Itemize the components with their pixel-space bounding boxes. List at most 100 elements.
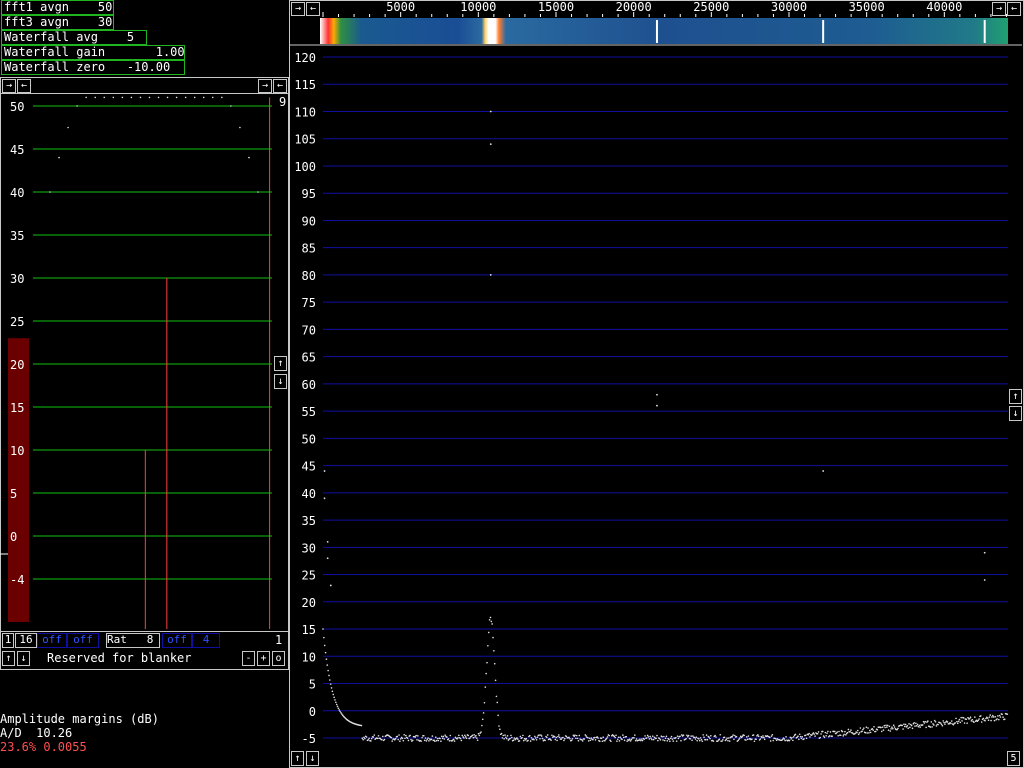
left-bottom-down-button[interactable]: ↓ bbox=[17, 651, 30, 666]
waterfall-zero-param[interactable]: Waterfall zero -10.00 bbox=[1, 60, 185, 75]
spectrum-dot bbox=[522, 734, 524, 737]
spectrum-dot bbox=[337, 707, 340, 710]
spectrum-dot bbox=[571, 737, 574, 740]
spectrum-peak-dot bbox=[822, 470, 825, 472]
spectrum-dot bbox=[725, 738, 728, 741]
spectrum-dot bbox=[903, 723, 905, 726]
spectrum-dot bbox=[823, 736, 826, 739]
spectrum-dot bbox=[426, 738, 429, 741]
spectrum-dot bbox=[409, 734, 411, 737]
spectrum-dot bbox=[493, 662, 496, 665]
left-panel-nav-right-button-2[interactable]: → bbox=[258, 79, 272, 93]
spectrum-dot bbox=[493, 650, 495, 652]
fft3-avgn-param[interactable]: fft3 avgn 30 bbox=[1, 15, 114, 30]
curve-dot bbox=[193, 96, 196, 99]
spectrum-dot bbox=[664, 737, 667, 740]
spectrum-dot bbox=[485, 672, 487, 675]
spectrum-dot bbox=[565, 735, 568, 738]
spectrum-dot bbox=[893, 726, 896, 728]
plus-button[interactable]: + bbox=[257, 651, 270, 666]
spectrum-dot bbox=[950, 720, 953, 722]
spectrum-dot bbox=[866, 732, 868, 734]
spectrum-bottom-right-value[interactable]: 5 bbox=[1007, 751, 1020, 766]
spectrum-dot bbox=[889, 730, 892, 732]
spectrum-dot bbox=[650, 737, 652, 740]
spectrum-dot bbox=[746, 738, 749, 741]
rat-button[interactable]: Rat 8 bbox=[106, 633, 160, 648]
y-tick-label: 10 bbox=[10, 444, 24, 458]
spectrum-dot bbox=[587, 740, 590, 742]
left-panel-nav-left-button[interactable]: ← bbox=[17, 79, 31, 93]
spectrum-bottom-up-button[interactable]: ↑ bbox=[291, 751, 304, 766]
y-tick-label: 40 bbox=[302, 487, 316, 501]
spectrum-dot bbox=[328, 674, 330, 677]
fft1-avgn-param[interactable]: fft1 avgn 50 bbox=[1, 0, 114, 15]
curve-dot bbox=[221, 96, 223, 99]
spectrum-dot bbox=[402, 739, 405, 742]
left-panel-nav-right-button[interactable]: → bbox=[2, 79, 16, 93]
spectrum-dot bbox=[489, 616, 492, 619]
spectrum-dot bbox=[501, 737, 504, 739]
spectrum-dot bbox=[1003, 718, 1006, 720]
spectrum-dot bbox=[714, 734, 716, 737]
off-button-2[interactable]: off bbox=[67, 633, 99, 648]
spectrum-dot bbox=[808, 732, 810, 735]
spectrum-dot bbox=[846, 731, 849, 734]
spectrum-dot bbox=[944, 723, 946, 725]
off-button-3[interactable]: off bbox=[162, 633, 192, 648]
spectrum-dot bbox=[499, 728, 501, 730]
spectrum-peak-dot bbox=[323, 497, 326, 500]
left-panel-nav-left-button-2[interactable]: ← bbox=[273, 79, 287, 93]
spectrum-dot bbox=[553, 735, 556, 738]
spectrum-dot bbox=[791, 736, 793, 739]
spectrum-dot bbox=[490, 620, 493, 623]
spectrum-dot bbox=[399, 738, 402, 740]
spectrum-dot bbox=[755, 738, 757, 741]
spectrum-dot bbox=[562, 736, 564, 739]
spectrum-dot bbox=[407, 739, 410, 742]
spectrum-dot bbox=[633, 737, 635, 739]
spectrum-dot bbox=[989, 714, 992, 716]
spectrum-dot bbox=[901, 724, 904, 727]
spectrum-dot bbox=[788, 739, 791, 742]
spectrum-dot bbox=[702, 734, 704, 736]
spectrum-down-button[interactable]: ↓ bbox=[1009, 406, 1022, 421]
spectrum-dot bbox=[394, 737, 397, 740]
waterfall-avg-param[interactable]: Waterfall avg 5 bbox=[1, 30, 147, 45]
curve-dot bbox=[157, 96, 160, 99]
x-tick-label: 35000 bbox=[849, 0, 885, 14]
spectrum-dot bbox=[546, 734, 549, 736]
spectrum-up-button[interactable]: ↑ bbox=[1009, 389, 1022, 404]
spectrum-dot bbox=[858, 731, 861, 734]
y-tick-label: 95 bbox=[302, 187, 316, 201]
left-panel-down-button[interactable]: ↓ bbox=[274, 374, 287, 389]
o-button[interactable]: o bbox=[272, 651, 285, 666]
spectrum-dot bbox=[992, 716, 995, 718]
value-4-button[interactable]: 4 bbox=[192, 633, 220, 648]
spectrum-dot bbox=[405, 734, 407, 737]
left-bottom-up-button[interactable]: ↑ bbox=[2, 651, 15, 666]
minus-button[interactable]: - bbox=[242, 651, 255, 666]
spectrum-dot bbox=[845, 734, 847, 736]
spectrum-dot bbox=[868, 732, 870, 734]
y-tick-label: 90 bbox=[302, 214, 316, 228]
off-button-1[interactable]: off bbox=[37, 633, 67, 648]
spectrum-dot bbox=[885, 724, 887, 727]
spectrum-dot bbox=[880, 730, 883, 733]
spectrum-dot bbox=[907, 727, 910, 730]
spectrum-bottom-down-button[interactable]: ↓ bbox=[306, 751, 319, 766]
spectrum-peak-dot bbox=[983, 551, 986, 554]
spectrum-dot bbox=[874, 730, 877, 733]
spectrum-dot bbox=[958, 718, 961, 721]
spectrum-dot bbox=[841, 730, 844, 733]
spectrum-dot bbox=[686, 734, 688, 737]
spectrum-dot bbox=[585, 735, 587, 737]
mode-1-button[interactable]: 1 bbox=[2, 633, 14, 648]
waterfall-gain-param[interactable]: Waterfall gain 1.00 bbox=[1, 45, 185, 60]
spectrum-dot bbox=[619, 736, 622, 738]
spectrum-dot bbox=[577, 739, 580, 742]
spectrum-dot bbox=[364, 737, 366, 740]
left-panel-up-button[interactable]: ↑ bbox=[274, 356, 287, 371]
mode-16-button[interactable]: 16 bbox=[15, 633, 37, 648]
x-tick-label: 30000 bbox=[771, 0, 807, 14]
